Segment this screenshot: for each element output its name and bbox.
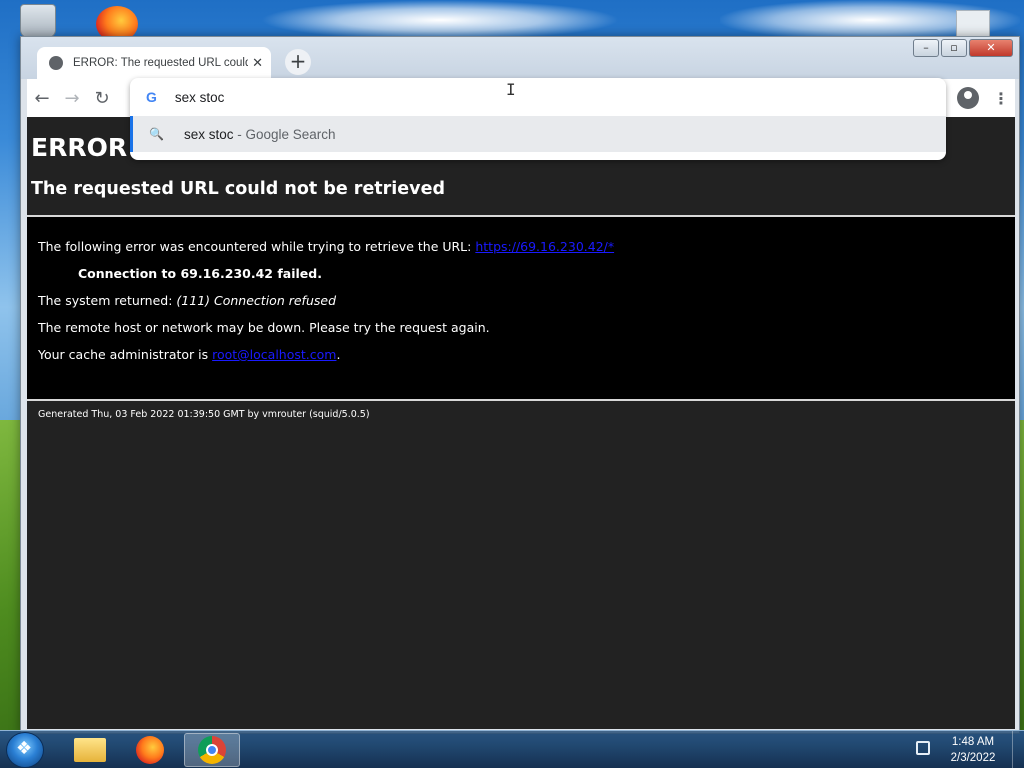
taskbar-explorer[interactable] bbox=[62, 733, 118, 767]
address-bar-input[interactable] bbox=[174, 89, 775, 105]
reload-button[interactable]: ↻ bbox=[87, 88, 117, 109]
recycle-bin-icon[interactable] bbox=[20, 4, 56, 38]
cache-admin-link[interactable]: root@localhost.com bbox=[212, 347, 336, 362]
close-window-button[interactable]: ✕ bbox=[969, 39, 1013, 57]
search-icon: 🔍 bbox=[149, 127, 164, 141]
folder-icon bbox=[74, 738, 106, 762]
new-tab-button[interactable]: + bbox=[285, 49, 311, 75]
suggestion-source: - Google Search bbox=[233, 126, 336, 142]
clock-date: 2/3/2022 bbox=[950, 752, 996, 764]
error-url-line: The following error was encountered whil… bbox=[38, 239, 614, 254]
network-icon[interactable] bbox=[916, 741, 930, 755]
page-subtitle: The requested URL could not be retrieved bbox=[31, 179, 445, 199]
error-details: The following error was encountered whil… bbox=[27, 217, 1015, 399]
forward-button[interactable]: → bbox=[57, 88, 87, 109]
cache-admin-end: . bbox=[336, 347, 341, 362]
minimize-button[interactable]: – bbox=[913, 39, 939, 57]
browser-tab[interactable]: ERROR: The requested URL could not be re… bbox=[37, 47, 271, 79]
cache-admin-line: Your cache administrator is root@localho… bbox=[38, 347, 340, 362]
menu-icon[interactable]: ⋮ bbox=[991, 89, 1011, 108]
system-returned-label: The system returned: bbox=[38, 293, 177, 308]
page-title: ERROR bbox=[31, 133, 128, 162]
remote-host-line: The remote host or network may be down. … bbox=[38, 320, 490, 335]
tab-title: ERROR: The requested URL could not be re… bbox=[73, 57, 248, 69]
maximize-button[interactable]: ▫ bbox=[941, 39, 967, 57]
desktop-cloud bbox=[260, 0, 620, 40]
system-clock[interactable]: 1:48 AM 2/3/2022 bbox=[944, 734, 1002, 766]
title-bar: ERROR: The requested URL could not be re… bbox=[21, 37, 1019, 79]
error-url-link[interactable]: https://69.16.230.42/* bbox=[475, 239, 614, 254]
search-suggestion[interactable]: 🔍 sex stoc - Google Search bbox=[130, 116, 946, 152]
cache-admin-label: Your cache administrator is bbox=[38, 347, 213, 362]
back-button[interactable]: ← bbox=[27, 88, 57, 109]
show-desktop-button[interactable] bbox=[1012, 731, 1024, 768]
divider bbox=[27, 399, 1015, 401]
omnibox-row: G bbox=[130, 78, 946, 116]
system-returned-value: (111) Connection refused bbox=[176, 293, 336, 308]
close-tab-icon[interactable]: ✕ bbox=[252, 56, 263, 71]
text-cursor-icon: I bbox=[506, 80, 516, 99]
error-url-text: The following error was encountered whil… bbox=[38, 239, 476, 254]
omnibox-dropdown: G 🔍 sex stoc - Google Search bbox=[130, 78, 946, 160]
taskbar: 1:48 AM 2/3/2022 bbox=[0, 730, 1024, 768]
page-content: ERROR The requested URL could not be ret… bbox=[27, 117, 1015, 729]
suggestion-text: sex stoc - Google Search bbox=[184, 127, 336, 142]
suggestion-query: sex stoc bbox=[183, 126, 234, 142]
system-returned-line: The system returned: (111) Connection re… bbox=[38, 293, 336, 308]
chrome-icon bbox=[198, 736, 226, 764]
profile-icon[interactable] bbox=[957, 87, 979, 109]
globe-icon bbox=[49, 56, 63, 70]
window-controls: – ▫ ✕ bbox=[911, 39, 1013, 57]
taskbar-firefox[interactable] bbox=[122, 733, 178, 767]
clock-time: 1:48 AM bbox=[951, 736, 995, 748]
taskbar-chrome[interactable] bbox=[184, 733, 240, 767]
page-footer: Generated Thu, 03 Feb 2022 01:39:50 GMT … bbox=[38, 409, 370, 420]
connection-failed-line: Connection to 69.16.230.42 failed. bbox=[78, 266, 322, 281]
google-icon: G bbox=[146, 89, 157, 105]
start-button[interactable] bbox=[6, 732, 44, 768]
firefox-icon bbox=[136, 736, 164, 764]
